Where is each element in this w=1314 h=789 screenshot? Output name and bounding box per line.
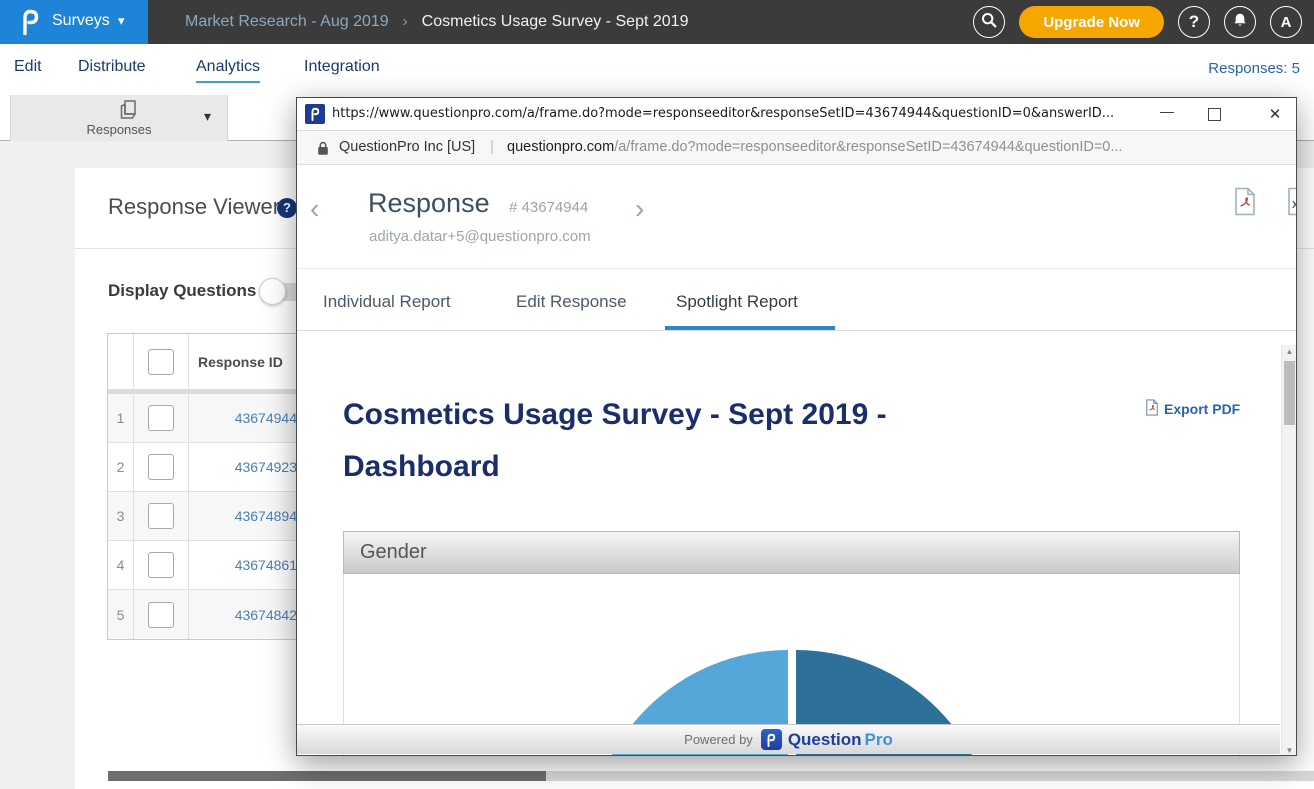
previous-response-button[interactable]: ‹ <box>310 195 319 223</box>
next-response-button[interactable]: › <box>635 195 644 223</box>
export-pdf-label: Export PDF <box>1164 401 1240 417</box>
search-button[interactable] <box>973 6 1005 38</box>
header-actions: Upgrade Now ? A <box>973 6 1302 38</box>
dashboard-title: Cosmetics Usage Survey - Sept 2019 - Das… <box>343 389 983 493</box>
tab-edit-response[interactable]: Edit Response <box>516 292 627 312</box>
surveys-menu[interactable]: Surveys ▾ <box>0 0 148 44</box>
questionpro-badge-icon <box>761 729 782 750</box>
tab-spotlight-report[interactable]: Spotlight Report <box>676 292 798 312</box>
popup-vertical-scrollbar[interactable]: ▲ ▼ <box>1281 345 1297 756</box>
row-number: 2 <box>108 443 134 491</box>
maximize-icon[interactable] <box>1208 108 1221 121</box>
display-questions-label: Display Questions <box>108 281 256 301</box>
security-organization[interactable]: QuestionPro Inc [US] <box>339 139 475 155</box>
row-number: 5 <box>108 590 134 639</box>
popup-scrollbar-thumb[interactable] <box>1284 361 1295 425</box>
search-icon <box>980 11 998 34</box>
response-popup-window: https://www.questionpro.com/a/frame.do?m… <box>296 97 1297 756</box>
bell-icon <box>1231 11 1249 34</box>
page-title: Response Viewer <box>108 194 280 220</box>
response-header: ‹ Response # 43674944 › aditya.datar+5@q… <box>297 165 1296 269</box>
response-id-header[interactable]: Response ID <box>189 354 283 370</box>
security-url: questionpro.com/a/frame.do?mode=response… <box>507 139 1122 155</box>
toolbar-caret-icon[interactable]: ▾ <box>204 108 211 125</box>
minimize-icon[interactable]: — <box>1152 103 1182 119</box>
gender-panel-title: Gender <box>343 531 1240 574</box>
row-number: 1 <box>108 394 134 442</box>
horizontal-scrollbar[interactable] <box>108 771 1314 781</box>
row-checkbox[interactable] <box>148 602 174 628</box>
row-number: 4 <box>108 541 134 589</box>
spotlight-report-content: Cosmetics Usage Survey - Sept 2019 - Das… <box>297 331 1296 756</box>
row-number: 3 <box>108 492 134 540</box>
security-separator: | <box>490 138 494 155</box>
response-title: Response <box>368 188 490 219</box>
help-icon: ? <box>1189 12 1199 32</box>
active-tab-underline <box>665 326 835 330</box>
popup-security-bar: QuestionPro Inc [US] | questionpro.com/a… <box>297 131 1296 165</box>
brand-pro-label[interactable]: Pro <box>864 730 892 750</box>
svg-text:X: X <box>1292 200 1297 211</box>
breadcrumb: Market Research - Aug 2019 › Cosmetics Usa… <box>185 0 688 44</box>
chevron-down-icon: ▾ <box>118 13 125 29</box>
brand-question-label[interactable]: Question <box>788 730 862 750</box>
notifications-button[interactable] <box>1224 6 1256 38</box>
download-pdf-icon[interactable] <box>1233 187 1257 221</box>
screen: Surveys ▾ Market Research - Aug 2019 › Cos… <box>0 0 1314 789</box>
viewer-help-icon[interactable]: ? <box>277 198 297 218</box>
download-xls-icon[interactable]: X <box>1286 187 1297 221</box>
security-url-path: /a/frame.do?mode=responseeditor&response… <box>614 139 1122 155</box>
popup-url-text: https://www.questionpro.com/a/frame.do?m… <box>332 106 1142 121</box>
tab-analytics[interactable]: Analytics <box>196 58 260 83</box>
app-header: Surveys ▾ Market Research - Aug 2019 › Cos… <box>0 0 1314 44</box>
questionpro-favicon <box>305 104 325 124</box>
toolbar-responses-button[interactable]: Responses ▾ <box>10 95 228 141</box>
security-url-domain: questionpro.com <box>507 139 614 155</box>
lock-icon <box>317 141 329 160</box>
powered-by-footer: Powered by Question Pro <box>297 724 1280 754</box>
popup-titlebar[interactable]: https://www.questionpro.com/a/frame.do?m… <box>297 98 1296 131</box>
breadcrumb-separator-icon: › <box>403 13 408 30</box>
breadcrumb-survey-title: Cosmetics Usage Survey - Sept 2019 <box>422 13 689 30</box>
survey-nav: Edit Distribute Analytics Integration Re… <box>0 44 1314 95</box>
avatar-letter: A <box>1281 14 1292 31</box>
row-checkbox[interactable] <box>148 405 174 431</box>
scroll-up-icon[interactable]: ▲ <box>1282 347 1297 356</box>
tab-integration[interactable]: Integration <box>304 58 380 76</box>
respondent-email: aditya.datar+5@questionpro.com <box>369 228 591 245</box>
row-checkbox[interactable] <box>148 552 174 578</box>
gender-panel: Gender <box>343 531 1240 756</box>
response-id-label: # 43674944 <box>509 199 588 216</box>
questionpro-logo-icon <box>18 9 42 40</box>
export-pdf-button[interactable]: Export PDF <box>1145 399 1240 419</box>
powered-by-label: Powered by <box>684 732 753 747</box>
close-icon[interactable]: ✕ <box>1260 105 1290 123</box>
help-button[interactable]: ? <box>1178 6 1210 38</box>
select-all-checkbox[interactable] <box>148 349 174 375</box>
row-checkbox[interactable] <box>148 503 174 529</box>
responses-count-label: Responses: 5 <box>1208 60 1300 77</box>
responses-tool-label: Responses <box>11 122 227 137</box>
tab-distribute[interactable]: Distribute <box>78 58 146 76</box>
export-pdf-icon <box>1145 399 1159 419</box>
report-tabs: Individual Report Edit Response Spotligh… <box>297 269 1296 331</box>
account-avatar[interactable]: A <box>1270 6 1302 38</box>
row-checkbox[interactable] <box>148 454 174 480</box>
scroll-down-icon[interactable]: ▼ <box>1282 746 1297 755</box>
upgrade-now-button[interactable]: Upgrade Now <box>1019 6 1164 38</box>
breadcrumb-folder[interactable]: Market Research - Aug 2019 <box>185 13 389 30</box>
horizontal-scrollbar-thumb[interactable] <box>108 771 546 781</box>
display-questions-toggle-knob[interactable] <box>259 278 286 305</box>
surveys-label: Surveys <box>52 12 110 30</box>
tab-edit[interactable]: Edit <box>14 58 42 76</box>
tab-individual-report[interactable]: Individual Report <box>323 292 451 312</box>
